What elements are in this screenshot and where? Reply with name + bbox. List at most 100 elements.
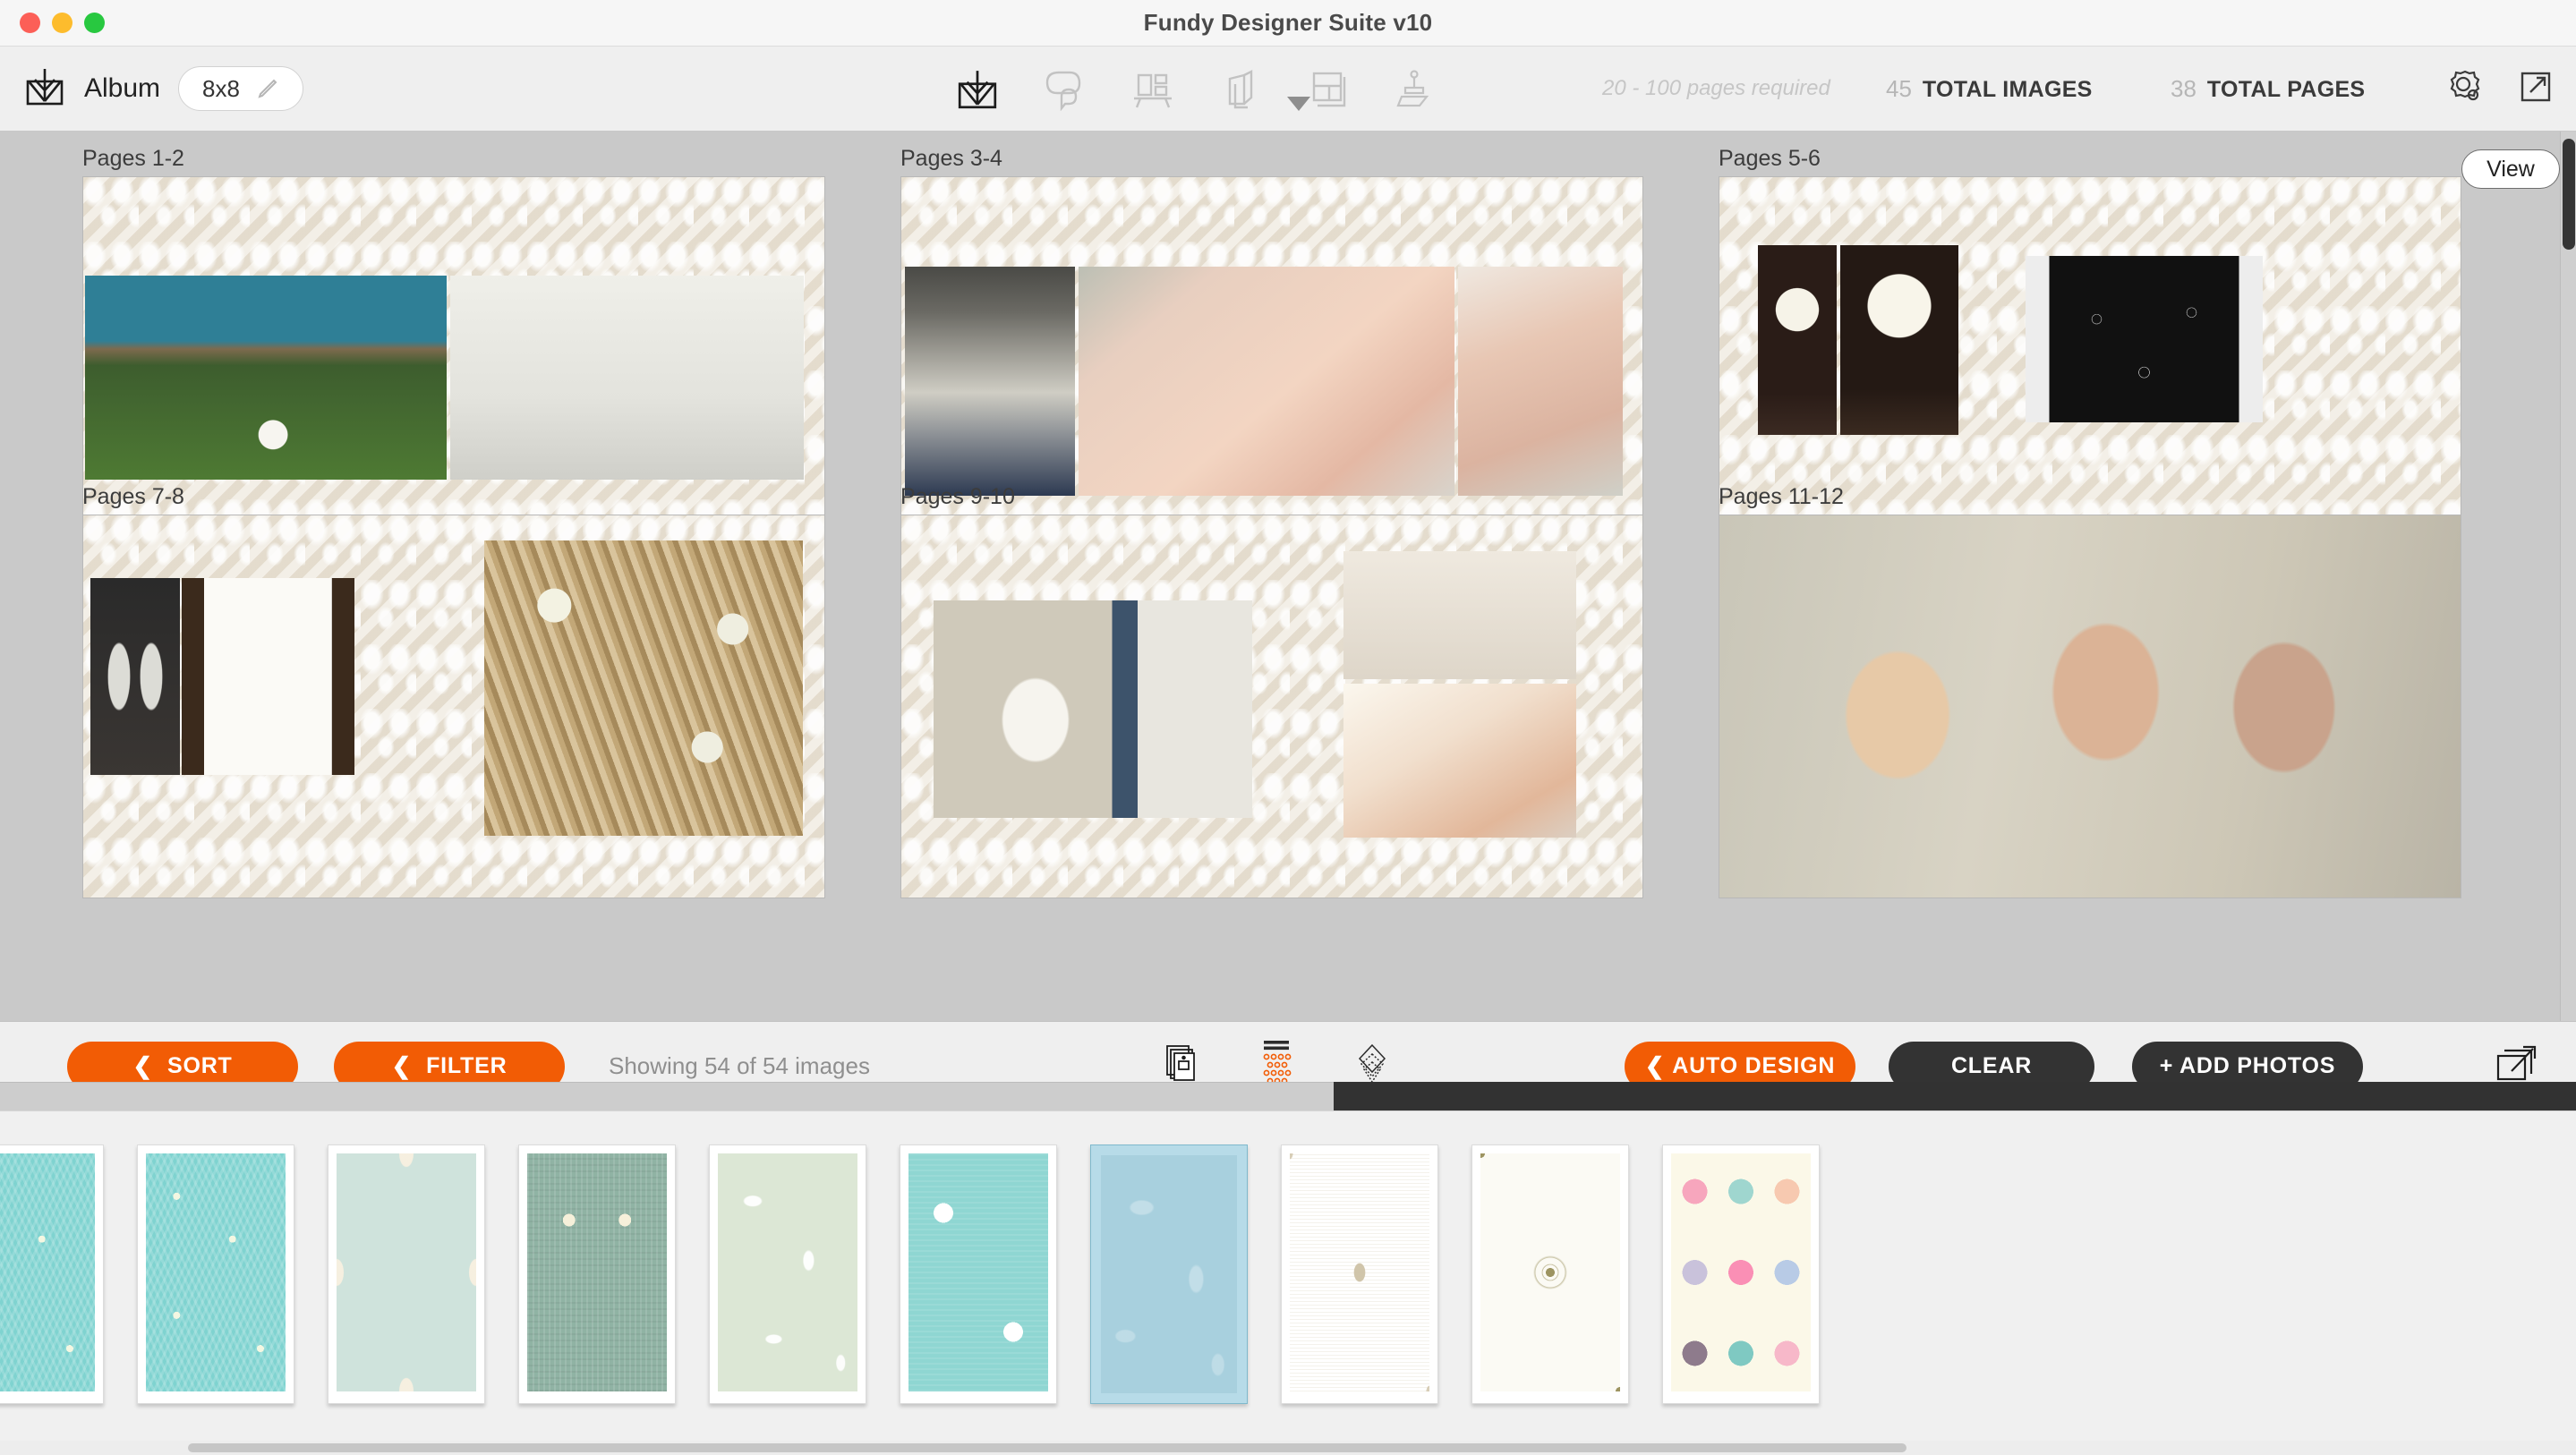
photo-bride-with-family[interactable] [1719, 515, 2461, 898]
design-options-icon[interactable] [2444, 65, 2486, 113]
swatch-scroll-green[interactable] [709, 1144, 866, 1404]
spread-preview[interactable] [900, 515, 1643, 898]
swatch-pattern [1671, 1153, 1811, 1391]
swatch-pattern [718, 1153, 857, 1391]
tray-horizontal-scrollbar[interactable] [0, 1441, 2576, 1455]
book-cover-icon[interactable] [1216, 65, 1265, 114]
photo-buttoning-dress[interactable] [1343, 684, 1576, 838]
bottom-toolbar: ❮ SORT ❮ FILTER Showing 54 of 54 images [0, 1021, 2576, 1110]
album-icon[interactable] [953, 65, 1002, 114]
photo-bride-earring[interactable] [1079, 267, 1454, 496]
spread-label: Pages 5-6 [1719, 146, 1821, 171]
swatch-pattern [0, 1153, 95, 1391]
photo-bridesmaids-helping[interactable] [1343, 551, 1576, 679]
spread-label: Pages 9-10 [900, 484, 1015, 509]
photo-bouquet-small[interactable] [1758, 245, 1837, 435]
photo-boutonnieres[interactable] [484, 540, 803, 836]
showing-images-count: Showing 54 of 54 images [609, 1052, 870, 1079]
total-images-label: TOTAL IMAGES [1922, 76, 2093, 102]
photo-garden-bride[interactable] [85, 276, 447, 480]
spread-preview[interactable] [1719, 515, 2461, 898]
sort-button-label: SORT [166, 1053, 233, 1078]
spread-item[interactable]: Pages 5-6 [1719, 146, 2461, 560]
total-images-count: 45 [1886, 74, 1912, 102]
album-size-chip[interactable]: 8x8 [178, 66, 303, 111]
total-pages-count: 38 [2171, 74, 2196, 102]
photo-rings-bw[interactable] [2026, 256, 2263, 422]
swatch-pattern [337, 1153, 476, 1391]
press-stamp-icon[interactable] [1392, 65, 1440, 114]
speech-bubble-icon[interactable] [1041, 65, 1089, 114]
swatch-pattern [1480, 1153, 1620, 1391]
zoom-window-button[interactable] [84, 13, 105, 33]
swatch-pattern [908, 1153, 1048, 1391]
total-images-stat: 45 TOTAL IMAGES [1886, 75, 2093, 103]
swatch-polka-dot-aqua[interactable] [900, 1144, 1057, 1404]
spread-grid: Pages 1-2 Pages 3-4 Pages 5-6 Pages 7-8 … [0, 132, 2560, 1021]
traffic-lights [20, 13, 105, 33]
photo-conservatory-couple[interactable] [450, 276, 804, 480]
view-button[interactable]: View [2461, 149, 2560, 189]
minimize-window-button[interactable] [52, 13, 73, 33]
toolbar-tools-group [953, 47, 1440, 132]
tray-scrollbar-thumb[interactable] [188, 1443, 1906, 1452]
tray-divider-left [0, 1082, 1334, 1110]
chevron-left-icon: ❮ [132, 1052, 153, 1079]
pages-required-note: 20 - 100 pages required [1602, 76, 1830, 100]
total-pages-stat: 38 TOTAL PAGES [2171, 75, 2365, 103]
canvas-vertical-scrollbar[interactable] [2560, 132, 2576, 1021]
spreads-canvas[interactable]: Pages 1-2 Pages 3-4 Pages 5-6 Pages 7-8 … [0, 132, 2576, 1021]
photo-hanging-gown[interactable] [905, 267, 1075, 496]
swatch-pattern [146, 1153, 286, 1391]
tray-active-indicator [1334, 1082, 2576, 1110]
chevron-left-icon: ❮ [391, 1052, 413, 1079]
photo-bouquet-large[interactable] [1840, 245, 1958, 435]
spread-label: Pages 1-2 [82, 146, 184, 171]
swatch-medallion-olive[interactable] [1471, 1144, 1629, 1404]
tray-top-border [0, 1110, 2576, 1111]
pencil-icon[interactable] [256, 77, 279, 100]
swatch-ikat-tan[interactable] [1281, 1144, 1438, 1404]
chevron-left-icon: ❮ [1644, 1052, 1666, 1079]
spread-item[interactable]: Pages 7-8 [82, 486, 825, 898]
window-title: Fundy Designer Suite v10 [1143, 9, 1433, 36]
spread-item[interactable]: Pages 9-10 [900, 484, 1643, 898]
auto-design-label: AUTO DESIGN [1672, 1053, 1836, 1078]
spread-item[interactable]: Pages 11-12 [1719, 484, 2461, 898]
swatch-row [0, 1144, 1820, 1404]
swatch-pattern [527, 1153, 667, 1391]
canvas-scrollbar-thumb[interactable] [2563, 139, 2575, 250]
swatch-pattern [1290, 1153, 1429, 1391]
spread-label: Pages 3-4 [900, 146, 1002, 171]
swatch-confetti-pastel[interactable] [1662, 1144, 1820, 1404]
swatch-blue-damask[interactable] [1090, 1144, 1248, 1404]
swatch-pattern [1101, 1155, 1237, 1393]
filter-button-label: FILTER [426, 1053, 508, 1078]
swatch-snowflake-teal-2[interactable] [137, 1144, 294, 1404]
photo-bride-robe[interactable] [934, 600, 1252, 818]
photo-bridal-shoes[interactable] [90, 578, 180, 775]
swatch-ogee-mint[interactable] [328, 1144, 485, 1404]
toolbar-left-group: Album 8x8 [0, 66, 303, 111]
photo-bride-smiling[interactable] [1458, 267, 1623, 496]
album-mode-label: Album [84, 73, 161, 103]
window-titlebar: Fundy Designer Suite v10 [0, 0, 2576, 47]
add-photos-label: + ADD PHOTOS [2159, 1053, 2336, 1078]
spread-item[interactable]: Pages 3-4 [900, 146, 1643, 560]
spread-preview[interactable] [82, 515, 825, 898]
background-swatch-tray[interactable] [0, 1110, 2576, 1455]
total-pages-label: TOTAL PAGES [2206, 76, 2366, 102]
wall-art-icon[interactable] [1129, 65, 1177, 114]
app-toolbar: Album 8x8 20 - 100 pages required 45 TOT… [0, 47, 2576, 132]
layout-grid-icon[interactable] [1304, 65, 1352, 114]
swatch-snowflake-teal[interactable] [0, 1144, 104, 1404]
swatch-hearts-sage[interactable] [518, 1144, 676, 1404]
toolbar-right-group [2444, 65, 2556, 113]
spread-label: Pages 11-12 [1719, 484, 1844, 509]
export-icon[interactable] [2515, 66, 2556, 112]
close-window-button[interactable] [20, 13, 40, 33]
spread-item[interactable]: Pages 1-2 [82, 146, 825, 560]
album-size-value: 8x8 [202, 74, 240, 102]
photo-wedding-program[interactable] [182, 578, 354, 775]
album-logo-icon [23, 67, 66, 111]
